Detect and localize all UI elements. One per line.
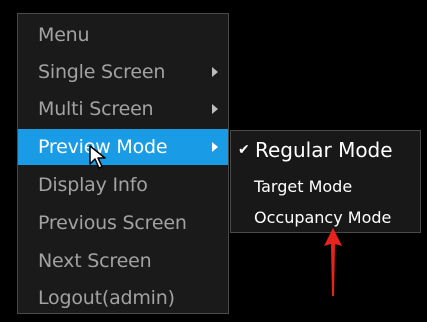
submenu-item-label: Occupancy Mode <box>254 208 392 227</box>
menu-item-label: Single Screen <box>38 61 166 83</box>
submenu-item-regular-mode[interactable]: ✔ Regular Mode <box>231 133 420 167</box>
submenu-caret-icon <box>212 104 218 114</box>
menu-item-next-screen[interactable]: Next Screen <box>18 243 228 279</box>
menu-item-label: Previous Screen <box>38 212 187 234</box>
mouse-pointer-icon <box>89 145 106 169</box>
submenu-caret-icon <box>212 142 218 152</box>
menu-item-label: Multi Screen <box>38 98 154 120</box>
red-arrow-up-icon <box>324 228 342 296</box>
menu-item-preview-mode[interactable]: Preview Mode <box>18 129 228 165</box>
preview-mode-submenu: ✔ Regular Mode Target Mode Occupancy Mod… <box>230 130 421 233</box>
submenu-item-label: Regular Mode <box>255 138 393 162</box>
context-menu: Menu Single Screen Multi Screen Preview … <box>17 13 229 314</box>
menu-item-logout[interactable]: Logout(admin) <box>18 280 228 316</box>
submenu-caret-icon <box>212 67 218 77</box>
menu-item-label: Logout(admin) <box>38 287 175 309</box>
menu-item-multi-screen[interactable]: Multi Screen <box>18 91 228 127</box>
checkmark-icon: ✔ <box>238 142 250 158</box>
submenu-item-target-mode[interactable]: Target Mode <box>231 171 420 201</box>
menu-item-previous-screen[interactable]: Previous Screen <box>18 205 228 241</box>
menu-item-display-info[interactable]: Display Info <box>18 167 228 203</box>
menu-item-menu[interactable]: Menu <box>18 17 228 53</box>
submenu-item-label: Target Mode <box>254 176 353 196</box>
menu-item-single-screen[interactable]: Single Screen <box>18 54 228 90</box>
menu-item-label: Next Screen <box>38 250 152 272</box>
menu-item-label: Menu <box>38 24 90 46</box>
menu-item-label: Display Info <box>38 174 148 196</box>
